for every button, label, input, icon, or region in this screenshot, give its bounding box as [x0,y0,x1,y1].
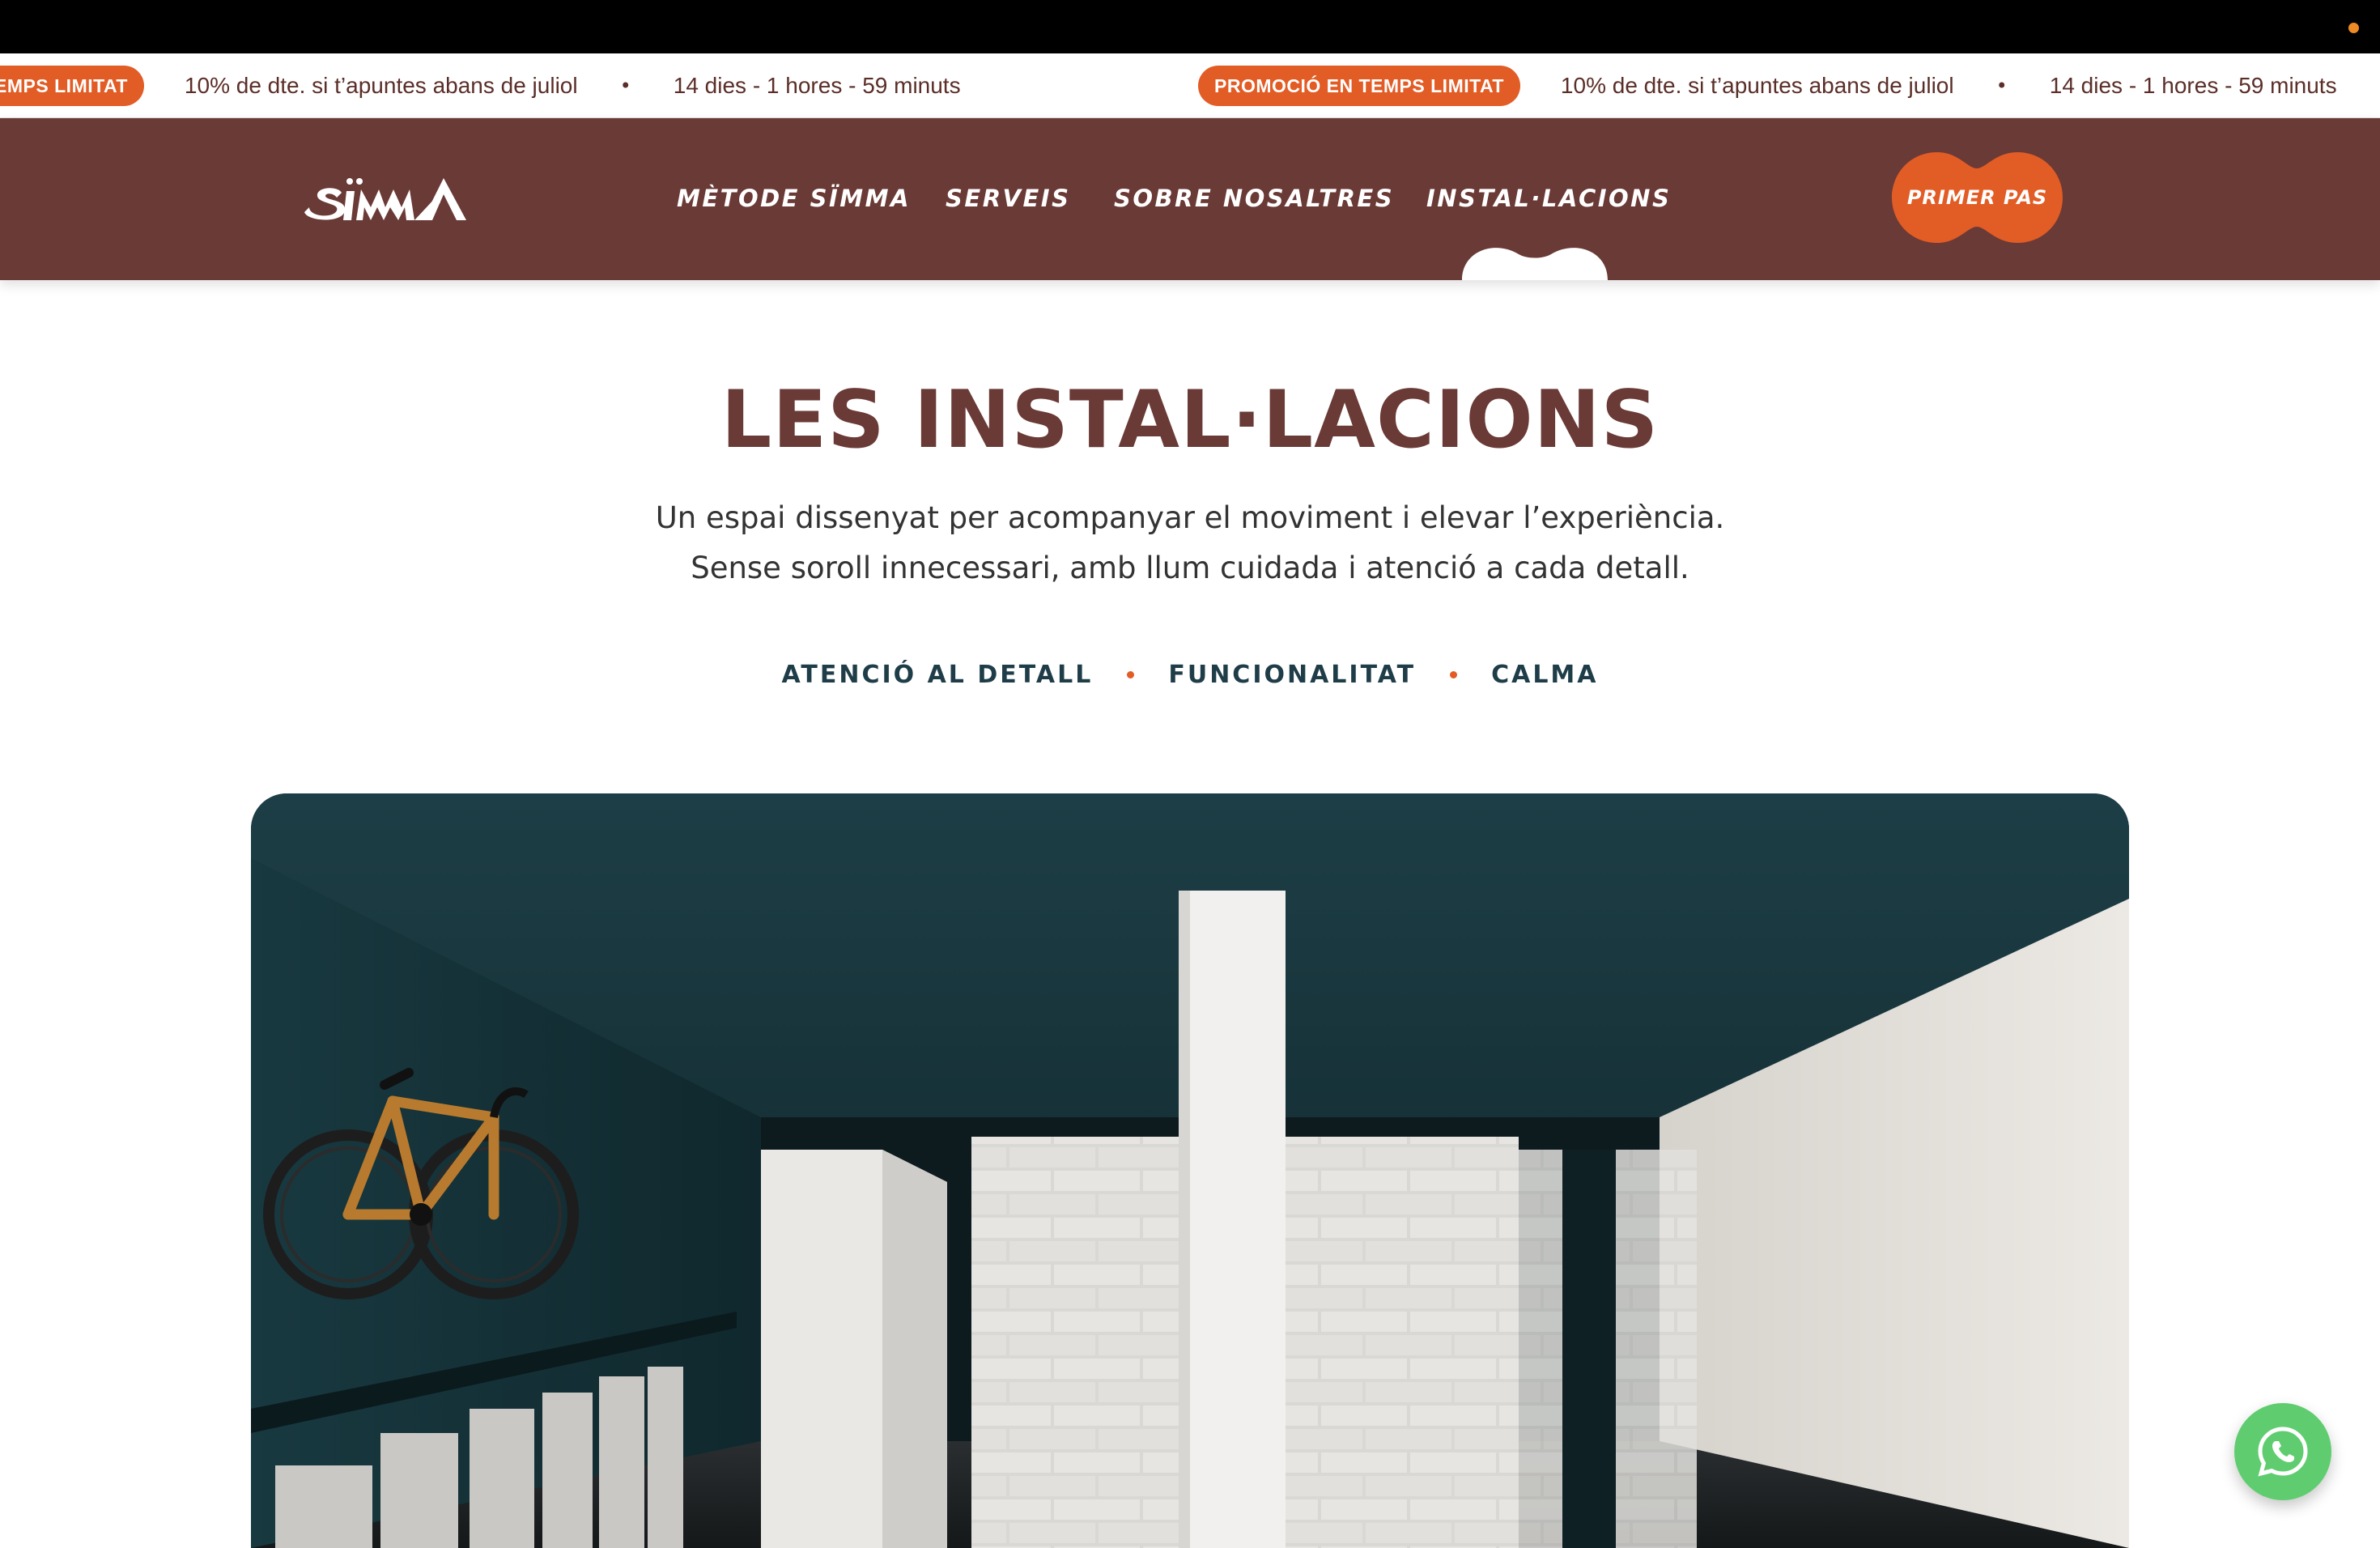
tag-atencio: ATENCIÓ AL DETALL [781,661,1094,689]
promo-banner: PROMOCIÓ EN TEMPS LIMITAT 10% de dte. si… [0,53,2380,118]
nav-item-sobre-nosaltres[interactable]: SOBRE NOSALTRES [1114,185,1394,212]
promo-badge: PROMOCIÓ EN TEMPS LIMITAT [1198,66,1520,106]
tag-funcionalitat: FUNCIONALITAT [1168,661,1417,689]
hero-subtitle-line-2: Sense soroll innecessari, amb llum cuida… [691,551,1689,585]
active-nav-indicator [1462,248,1608,280]
page-title: LES INSTAL·LACIONS [720,374,1660,466]
cta-label: PRIMER PAS [1906,186,2048,209]
hero-subtitle-line-1: Un espai dissenyat per acompanyar el mov… [655,500,1725,535]
site-header: MÈTODE SÏMMA SERVEIS SOBRE NOSALTRES INS… [0,118,2380,280]
whatsapp-icon [2258,1427,2308,1477]
nav-item-metode[interactable]: MÈTODE SÏMMA [677,185,911,212]
promo-track-2: PROMOCIÓ EN TEMPS LIMITAT 10% de dte. si… [1198,53,2337,117]
promo-track-1: PROMOCIÓ EN TEMPS LIMITAT 10% de dte. si… [0,53,961,117]
facility-illustration [251,793,2129,1548]
promo-countdown: 14 dies - 1 hores - 59 minuts [2049,73,2337,98]
promo-countdown: 14 dies - 1 hores - 59 minuts [673,73,961,98]
tag-separator-dot [1450,671,1458,678]
whatsapp-button[interactable] [2234,1403,2331,1500]
promo-bullet: • [1995,74,2008,97]
facility-photo [251,793,2129,1548]
feature-tags: ATENCIÓ AL DETALL FUNCIONALITAT CALMA [0,661,2380,689]
promo-badge: PROMOCIÓ EN TEMPS LIMITAT [0,66,144,106]
top-black-bar [0,0,2380,53]
tag-calma: CALMA [1491,661,1599,689]
status-dot [2348,23,2359,33]
nav-item-installacions[interactable]: INSTAL·LACIONS [1426,185,1671,212]
tag-separator-dot [1127,671,1135,678]
promo-bullet: • [619,74,631,97]
primer-pas-button[interactable]: PRIMER PAS [1890,151,2064,245]
promo-offer-text: 10% de dte. si t’apuntes abans de juliol [1560,73,1954,98]
nav-item-serveis[interactable]: SERVEIS [946,185,1070,212]
promo-offer-text: 10% de dte. si t’apuntes abans de juliol [184,73,578,98]
